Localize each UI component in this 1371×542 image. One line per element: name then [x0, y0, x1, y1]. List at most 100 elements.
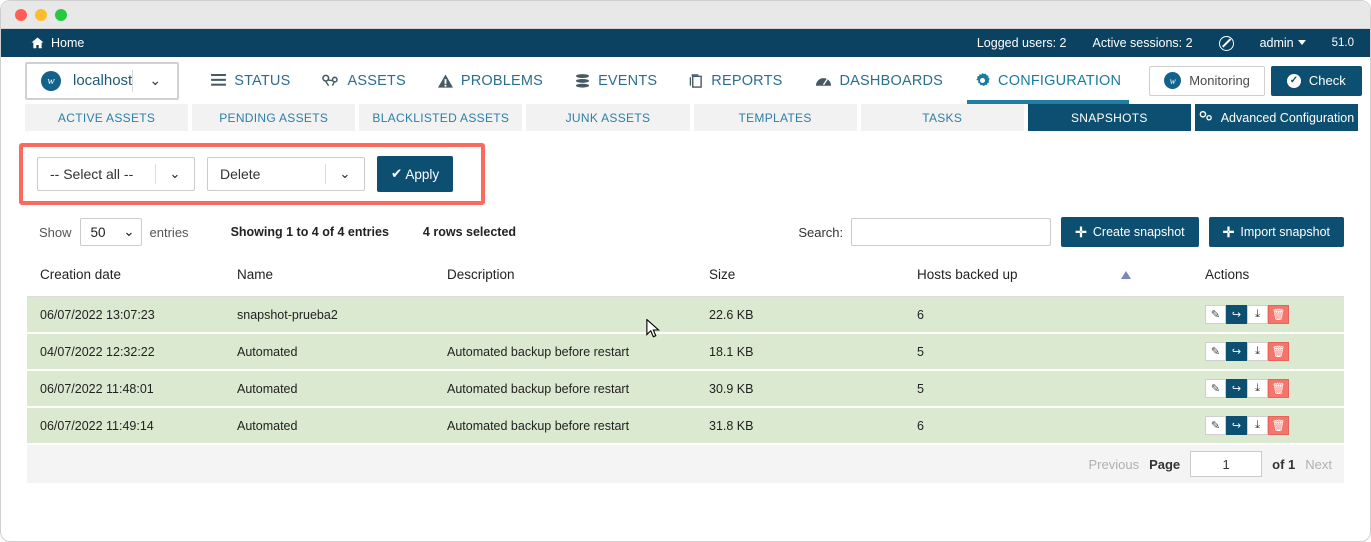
edit-icon[interactable]: ✎	[1205, 379, 1226, 398]
page-number-input[interactable]: 1	[1190, 451, 1263, 477]
table-row[interactable]: 06/07/2022 11:48:01 Automated Automated …	[27, 370, 1344, 408]
cell-description: Automated backup before restart	[447, 370, 709, 408]
cell-creation-date: 04/07/2022 12:32:22	[27, 333, 237, 371]
cell-description	[447, 296, 709, 334]
mouse-cursor	[646, 319, 660, 338]
nav-item-dashboards[interactable]: DASHBOARDS	[799, 57, 960, 104]
close-window-button[interactable]	[15, 8, 27, 21]
rows-selected-info: 4 rows selected	[422, 225, 517, 239]
next-page-button[interactable]: Next	[1305, 457, 1332, 472]
tab-tasks[interactable]: TASKS	[860, 104, 1024, 131]
app-window: Home Logged users: 2 Active sessions: 2 …	[0, 0, 1371, 542]
table-row[interactable]: 06/07/2022 13:07:23 snapshot-prueba2 22.…	[27, 296, 1344, 334]
chevron-down-icon[interactable]: ⌄	[133, 72, 177, 89]
delete-icon[interactable]: 🗑	[1268, 342, 1289, 361]
row-action-group: ✎ ↪ ⤓ 🗑	[1205, 342, 1344, 361]
column-header-name[interactable]: Name	[237, 255, 447, 297]
tab-junk-assets[interactable]: JUNK ASSETS	[526, 104, 690, 131]
column-header-creation-date[interactable]: Creation date	[27, 255, 237, 297]
previous-page-button[interactable]: Previous	[1088, 457, 1139, 472]
delete-icon[interactable]: 🗑	[1268, 416, 1289, 435]
tab-templates[interactable]: TEMPLATES	[693, 104, 857, 131]
cell-hosts-backed-up: 6	[917, 407, 1205, 445]
nav-item-problems[interactable]: PROBLEMS	[422, 57, 559, 104]
column-header-sort-indicator[interactable]	[1115, 255, 1205, 297]
column-header-size[interactable]: Size	[709, 255, 917, 297]
nav-item-reports[interactable]: REPORTS	[673, 57, 798, 104]
entries-per-page-select[interactable]: 50 ⌄	[79, 218, 142, 246]
create-snapshot-button[interactable]: ✛ Create snapshot	[1061, 217, 1199, 247]
column-header-actions: Actions	[1205, 255, 1344, 297]
delete-icon[interactable]: 🗑	[1268, 379, 1289, 398]
apply-label: Apply	[405, 166, 440, 182]
edit-icon[interactable]: ✎	[1205, 305, 1226, 324]
table-row[interactable]: 04/07/2022 12:32:22 Automated Automated …	[27, 333, 1344, 371]
minimize-window-button[interactable]	[35, 8, 47, 21]
tab-active-assets[interactable]: ACTIVE ASSETS	[25, 104, 189, 131]
monitoring-button[interactable]: w Monitoring	[1149, 65, 1265, 96]
nav-label: CONFIGURATION	[998, 72, 1122, 89]
bulk-action-value: Delete	[220, 166, 261, 182]
restore-icon[interactable]: ↪	[1226, 342, 1247, 361]
nav-label: STATUS	[234, 72, 291, 89]
apply-button[interactable]: ✔ Apply	[377, 156, 454, 192]
nav-item-assets[interactable]: ASSETS	[306, 57, 421, 104]
home-breadcrumb[interactable]: Home	[31, 36, 84, 50]
show-label: Show	[39, 224, 72, 240]
restore-icon[interactable]: ↪	[1226, 416, 1247, 435]
section-tabs: ACTIVE ASSETS PENDING ASSETS BLACKLISTED…	[1, 104, 1370, 131]
do-not-disturb-button[interactable]	[1218, 35, 1234, 51]
tab-blacklisted-assets[interactable]: BLACKLISTED ASSETS	[359, 104, 523, 131]
table-row[interactable]: 06/07/2022 11:49:14 Automated Automated …	[27, 407, 1344, 445]
row-action-group: ✎ ↪ ⤓ 🗑	[1205, 379, 1344, 398]
chevron-down-icon: ⌄	[169, 166, 181, 181]
cell-size: 31.8 KB	[709, 407, 917, 445]
snapshots-table: Creation date Name Description Size Host…	[27, 255, 1344, 445]
select-all-dropdown[interactable]: -- Select all -- ⌄	[37, 157, 195, 191]
check-button[interactable]: ✓ Check	[1270, 65, 1362, 96]
plus-icon: ✛	[1222, 224, 1235, 240]
download-icon[interactable]: ⤓	[1247, 379, 1268, 398]
cell-actions: ✎ ↪ ⤓ 🗑	[1205, 407, 1344, 445]
nav-item-events[interactable]: EVENTS	[559, 57, 673, 104]
download-icon[interactable]: ⤓	[1247, 416, 1268, 435]
edit-icon[interactable]: ✎	[1205, 342, 1226, 361]
restore-icon[interactable]: ↪	[1226, 379, 1247, 398]
user-menu[interactable]: admin	[1260, 36, 1306, 50]
delete-icon[interactable]: 🗑	[1268, 305, 1289, 324]
host-logo-icon: w	[41, 70, 61, 91]
page-label: Page	[1149, 456, 1181, 472]
column-header-description[interactable]: Description	[447, 255, 709, 297]
chevron-down-icon	[1297, 40, 1306, 45]
top-status-bar: Home Logged users: 2 Active sessions: 2 …	[1, 29, 1370, 57]
row-action-group: ✎ ↪ ⤓ 🗑	[1205, 305, 1344, 324]
nav-label: REPORTS	[711, 72, 783, 89]
download-icon[interactable]: ⤓	[1247, 305, 1268, 324]
cell-actions: ✎ ↪ ⤓ 🗑	[1205, 296, 1344, 334]
nav-item-configuration[interactable]: CONFIGURATION	[959, 57, 1137, 104]
nav-item-status[interactable]: STATUS	[195, 57, 306, 104]
entries-value: 50	[90, 224, 106, 240]
cell-creation-date: 06/07/2022 13:07:23	[27, 296, 237, 334]
tab-pending-assets[interactable]: PENDING ASSETS	[192, 104, 356, 131]
snapshots-table-container: Creation date Name Description Size Host…	[1, 255, 1370, 445]
host-selector[interactable]: w localhost ⌄	[25, 61, 180, 100]
bulk-action-dropdown[interactable]: Delete ⌄	[207, 157, 365, 191]
total-pages-label: of 1	[1272, 456, 1296, 472]
column-header-hosts-backed-up[interactable]: Hosts backed up	[917, 255, 1115, 297]
tab-advanced-configuration[interactable]: Advanced Configuration	[1194, 104, 1358, 131]
import-snapshot-label: Import snapshot	[1240, 225, 1330, 239]
edit-icon[interactable]: ✎	[1205, 416, 1226, 435]
sort-ascending-icon	[1121, 271, 1131, 279]
search-input[interactable]	[851, 218, 1052, 246]
bulk-action-highlight-box: -- Select all -- ⌄ Delete ⌄ ✔ Apply	[19, 143, 485, 205]
download-icon[interactable]: ⤓	[1247, 342, 1268, 361]
version-label: 51.0	[1331, 37, 1354, 49]
logged-users-status: Logged users: 2	[976, 36, 1067, 50]
select-all-value: -- Select all --	[50, 166, 134, 182]
restore-icon[interactable]: ↪	[1226, 305, 1247, 324]
maximize-window-button[interactable]	[55, 8, 67, 21]
table-head: Creation date Name Description Size Host…	[27, 255, 1344, 297]
import-snapshot-button[interactable]: ✛ Import snapshot	[1208, 217, 1344, 247]
tab-snapshots[interactable]: SNAPSHOTS	[1027, 104, 1191, 131]
